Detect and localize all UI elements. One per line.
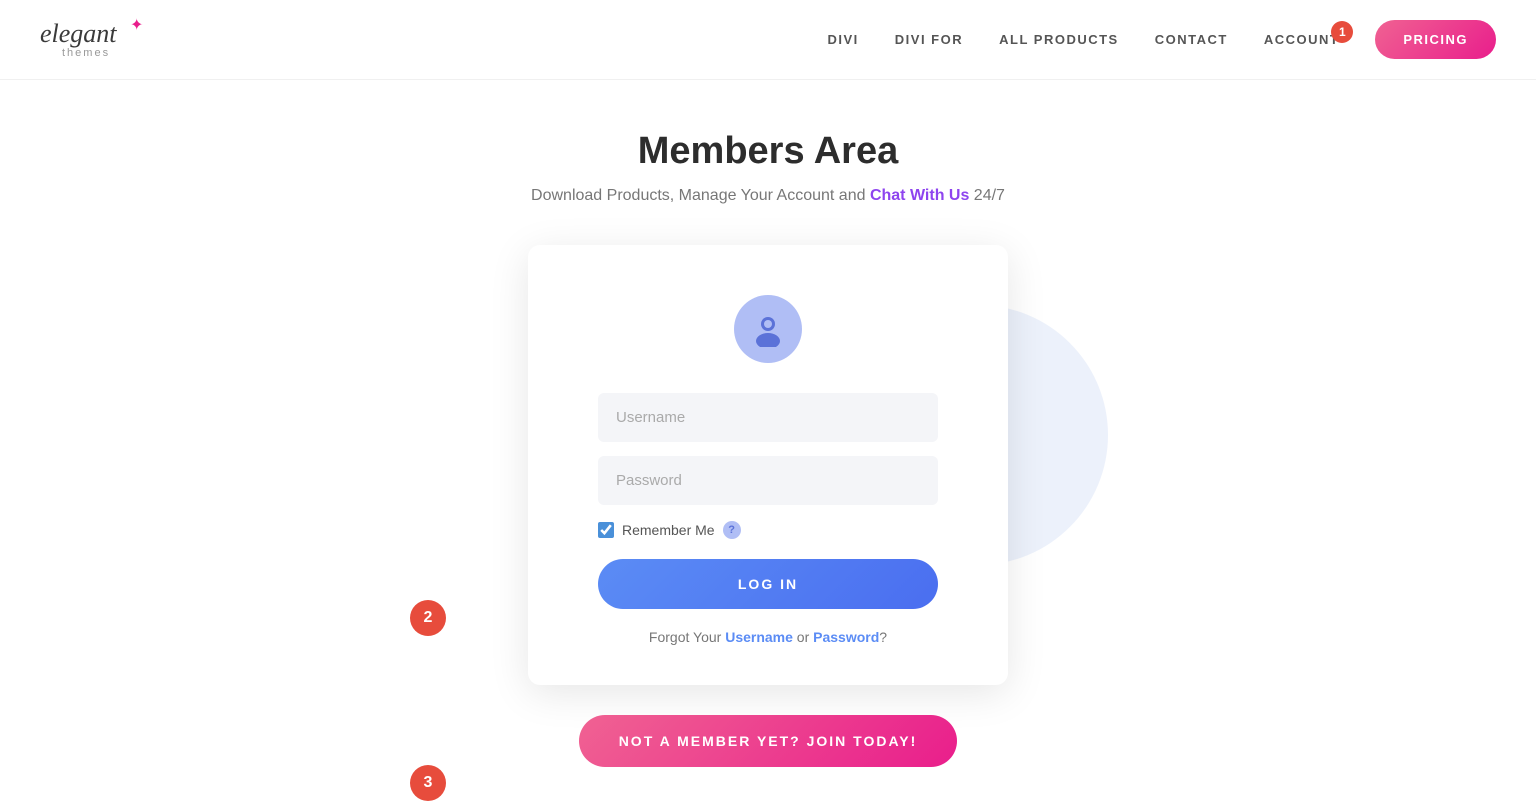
password-input[interactable] xyxy=(598,456,938,505)
user-icon xyxy=(750,311,786,347)
annotation-badge-3: 3 xyxy=(410,765,446,801)
forgot-password-link[interactable]: Password xyxy=(813,629,879,645)
avatar xyxy=(734,295,802,363)
subtitle-text-before: Download Products, Manage Your Account a… xyxy=(531,187,870,204)
nav-divi-for[interactable]: DIVI FOR xyxy=(895,32,963,47)
login-card: Remember Me ? LOG IN Forgot Your Usernam… xyxy=(528,245,1008,685)
nav-divi[interactable]: DIVI xyxy=(827,32,858,47)
remember-me-checkbox[interactable] xyxy=(598,522,614,538)
forgot-or: or xyxy=(793,629,813,645)
logo-svg: elegant ✦ themes xyxy=(40,10,160,65)
forgot-before: Forgot Your xyxy=(649,629,725,645)
nav-all-products[interactable]: ALL PRODUCTS xyxy=(999,32,1119,47)
remember-me-label: Remember Me xyxy=(622,522,715,538)
forgot-text: Forgot Your Username or Password? xyxy=(598,629,938,645)
nav-account[interactable]: ACCOUNT xyxy=(1264,32,1340,47)
page-title: Members Area xyxy=(638,130,899,173)
login-button[interactable]: LOG IN xyxy=(598,559,938,609)
join-button[interactable]: NOT A MEMBER YET? JOIN TODAY! xyxy=(579,715,958,767)
pricing-button[interactable]: PRICING xyxy=(1375,20,1496,59)
nav-area: DIVI DIVI FOR ALL PRODUCTS CONTACT ACCOU… xyxy=(827,20,1496,59)
svg-text:themes: themes xyxy=(62,47,110,59)
forgot-after: ? xyxy=(879,629,887,645)
remember-me-help-icon[interactable]: ? xyxy=(723,521,741,539)
chat-with-us-link[interactable]: Chat With Us xyxy=(870,187,969,204)
main-content: Members Area Download Products, Manage Y… xyxy=(0,80,1536,767)
page-subtitle: Download Products, Manage Your Account a… xyxy=(531,187,1005,205)
svg-text:✦: ✦ xyxy=(130,17,143,34)
nav-contact[interactable]: CONTACT xyxy=(1155,32,1228,47)
svg-text:elegant: elegant xyxy=(40,19,117,48)
avatar-icon-area xyxy=(598,295,938,363)
forgot-username-link[interactable]: Username xyxy=(725,629,793,645)
header: elegant ✦ themes DIVI DIVI FOR ALL PRODU… xyxy=(0,0,1536,80)
subtitle-text-after: 24/7 xyxy=(969,187,1005,204)
login-card-wrapper: Remember Me ? LOG IN Forgot Your Usernam… xyxy=(468,245,1068,767)
logo[interactable]: elegant ✦ themes xyxy=(40,10,160,70)
annotation-badge-2: 2 xyxy=(410,600,446,636)
main-nav: DIVI DIVI FOR ALL PRODUCTS CONTACT ACCOU… xyxy=(827,31,1339,49)
remember-me-row: Remember Me ? xyxy=(598,521,938,539)
account-notification-badge: 1 xyxy=(1331,21,1353,43)
nav-account-wrapper: ACCOUNT 1 xyxy=(1264,31,1340,49)
username-input[interactable] xyxy=(598,393,938,442)
